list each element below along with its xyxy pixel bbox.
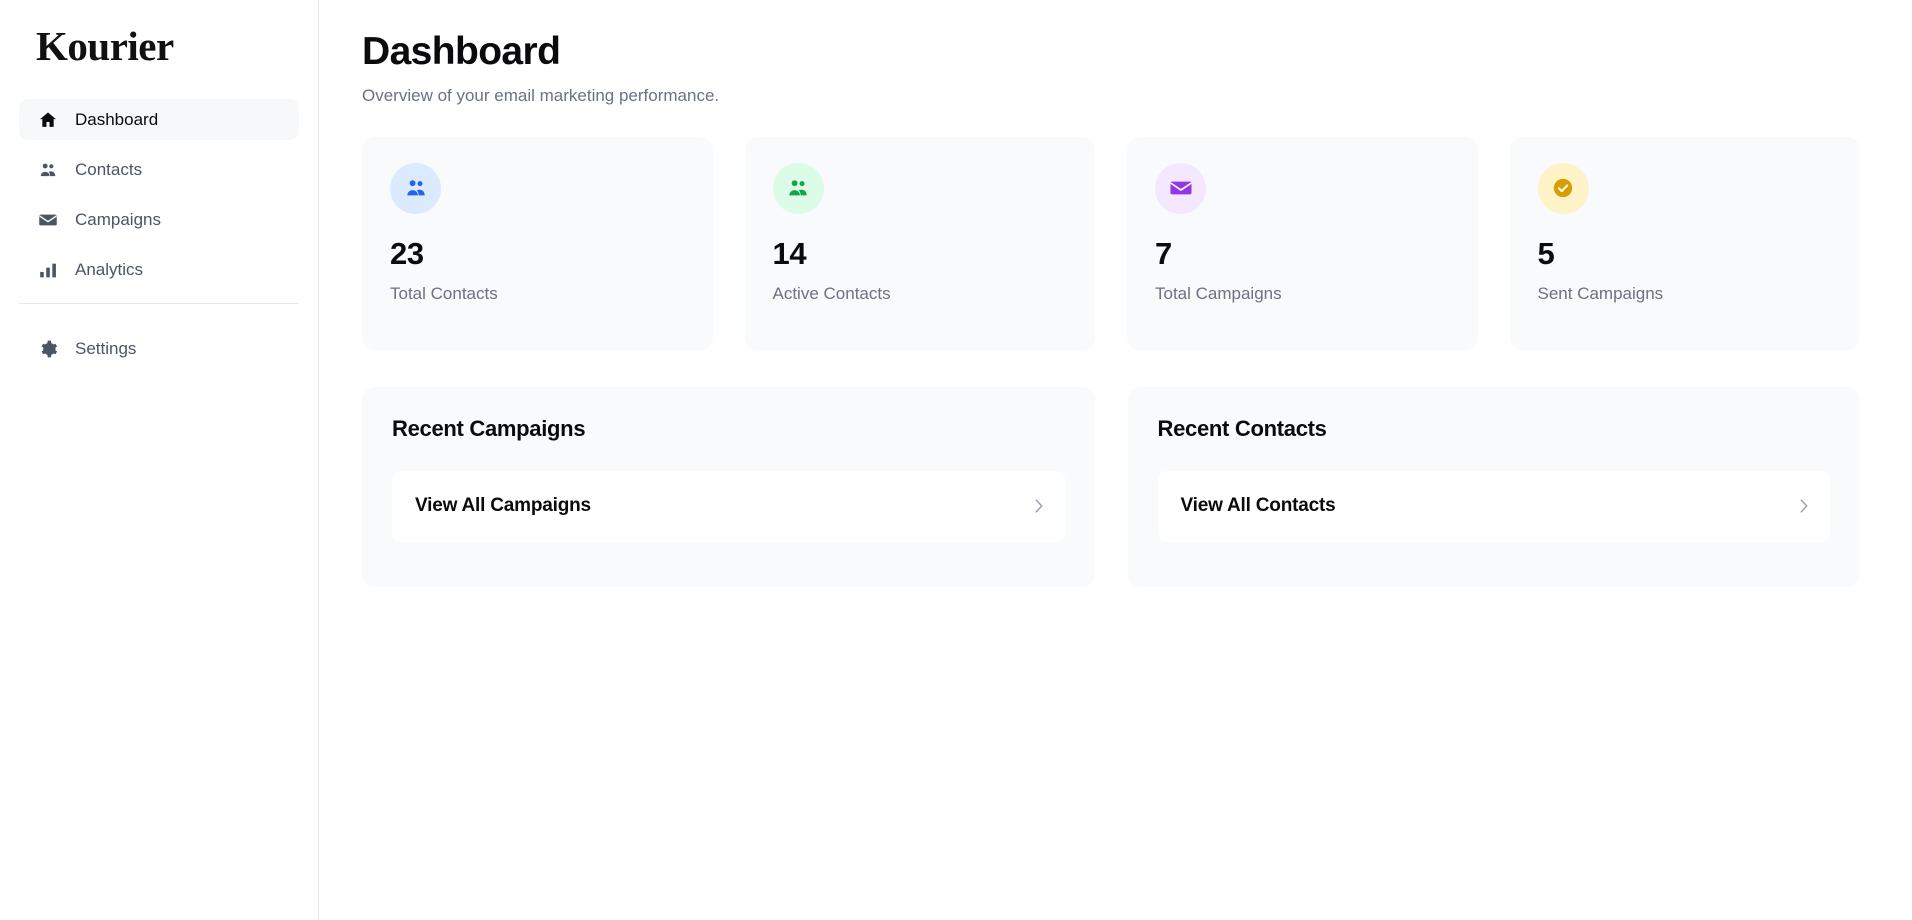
stat-label: Total Contacts — [390, 283, 498, 303]
mail-icon — [38, 210, 58, 230]
stat-value: 14 — [772, 235, 807, 271]
people-icon — [772, 162, 824, 214]
people-icon — [38, 160, 58, 180]
sidebar-item-analytics[interactable]: Analytics — [19, 249, 299, 290]
bar-chart-icon — [38, 260, 58, 280]
check-circle-icon — [1537, 162, 1589, 214]
stat-value: 7 — [1155, 235, 1172, 271]
stat-card: 5 Sent Campaigns — [1509, 136, 1860, 350]
panel-title: Recent Contacts — [1157, 415, 1327, 441]
page-subtitle: Overview of your email marketing perform… — [362, 85, 720, 105]
sidebar-item-label: Settings — [75, 338, 137, 358]
sidebar-item-label: Campaigns — [75, 209, 161, 229]
mail-icon — [1155, 162, 1206, 214]
view-all-label: View All Contacts — [1180, 495, 1336, 517]
sidebar-item-campaigns[interactable]: Campaigns — [19, 199, 299, 240]
sidebar-item-contacts[interactable]: Contacts — [19, 149, 299, 190]
chevron-right-icon — [1030, 497, 1042, 515]
stat-card: 23 Total Contacts — [362, 136, 713, 350]
stat-label: Total Campaigns — [1155, 283, 1282, 303]
stat-label: Sent Campaigns — [1537, 283, 1664, 303]
panel-grid: Recent Campaigns View All Campaigns Recent… — [362, 386, 1860, 587]
people-icon — [390, 162, 441, 214]
app-logo[interactable]: Kourier — [0, 0, 318, 67]
sidebar-item-label: Analytics — [75, 259, 144, 279]
stat-label: Active Contacts — [772, 283, 891, 303]
stat-card: 7 Total Campaigns — [1127, 136, 1478, 350]
stat-card: 14 Active Contacts — [744, 136, 1095, 350]
stat-value: 5 — [1537, 235, 1555, 271]
stat-card-grid: 23 Total Contacts 14 Active Contacts 7 Total … — [362, 136, 1860, 350]
home-icon — [38, 110, 58, 130]
app-root: Kourier Dashboard Contacts Campaigns Analyt… — [0, 0, 1912, 920]
panel-title: Recent Campaigns — [392, 415, 586, 441]
sidebar-item-dashboard[interactable]: Dashboard — [19, 99, 299, 140]
sidebar-nav: Dashboard Contacts Campaigns Analytics — [0, 99, 318, 290]
sidebar-item-label: Contacts — [75, 159, 143, 179]
view-all-label: View All Campaigns — [415, 495, 591, 517]
page-title: Dashboard — [362, 30, 561, 73]
main-content: Dashboard Overview of your email marketi… — [319, 0, 1912, 920]
view-all-row[interactable]: View All Contacts — [1157, 470, 1830, 542]
gear-icon — [38, 339, 58, 359]
stat-value: 23 — [390, 235, 424, 271]
sidebar-divider — [19, 303, 299, 304]
sidebar-item-settings[interactable]: Settings — [19, 328, 299, 369]
panel: Recent Campaigns View All Campaigns — [362, 386, 1095, 587]
panel: Recent Contacts View All Contacts — [1127, 386, 1860, 587]
chevron-right-icon — [1795, 497, 1808, 515]
sidebar-nav-lower: Settings — [0, 328, 318, 369]
sidebar: Kourier Dashboard Contacts Campaigns Analyt… — [0, 0, 319, 920]
sidebar-item-label: Dashboard — [75, 109, 159, 129]
view-all-row[interactable]: View All Campaigns — [392, 470, 1065, 542]
